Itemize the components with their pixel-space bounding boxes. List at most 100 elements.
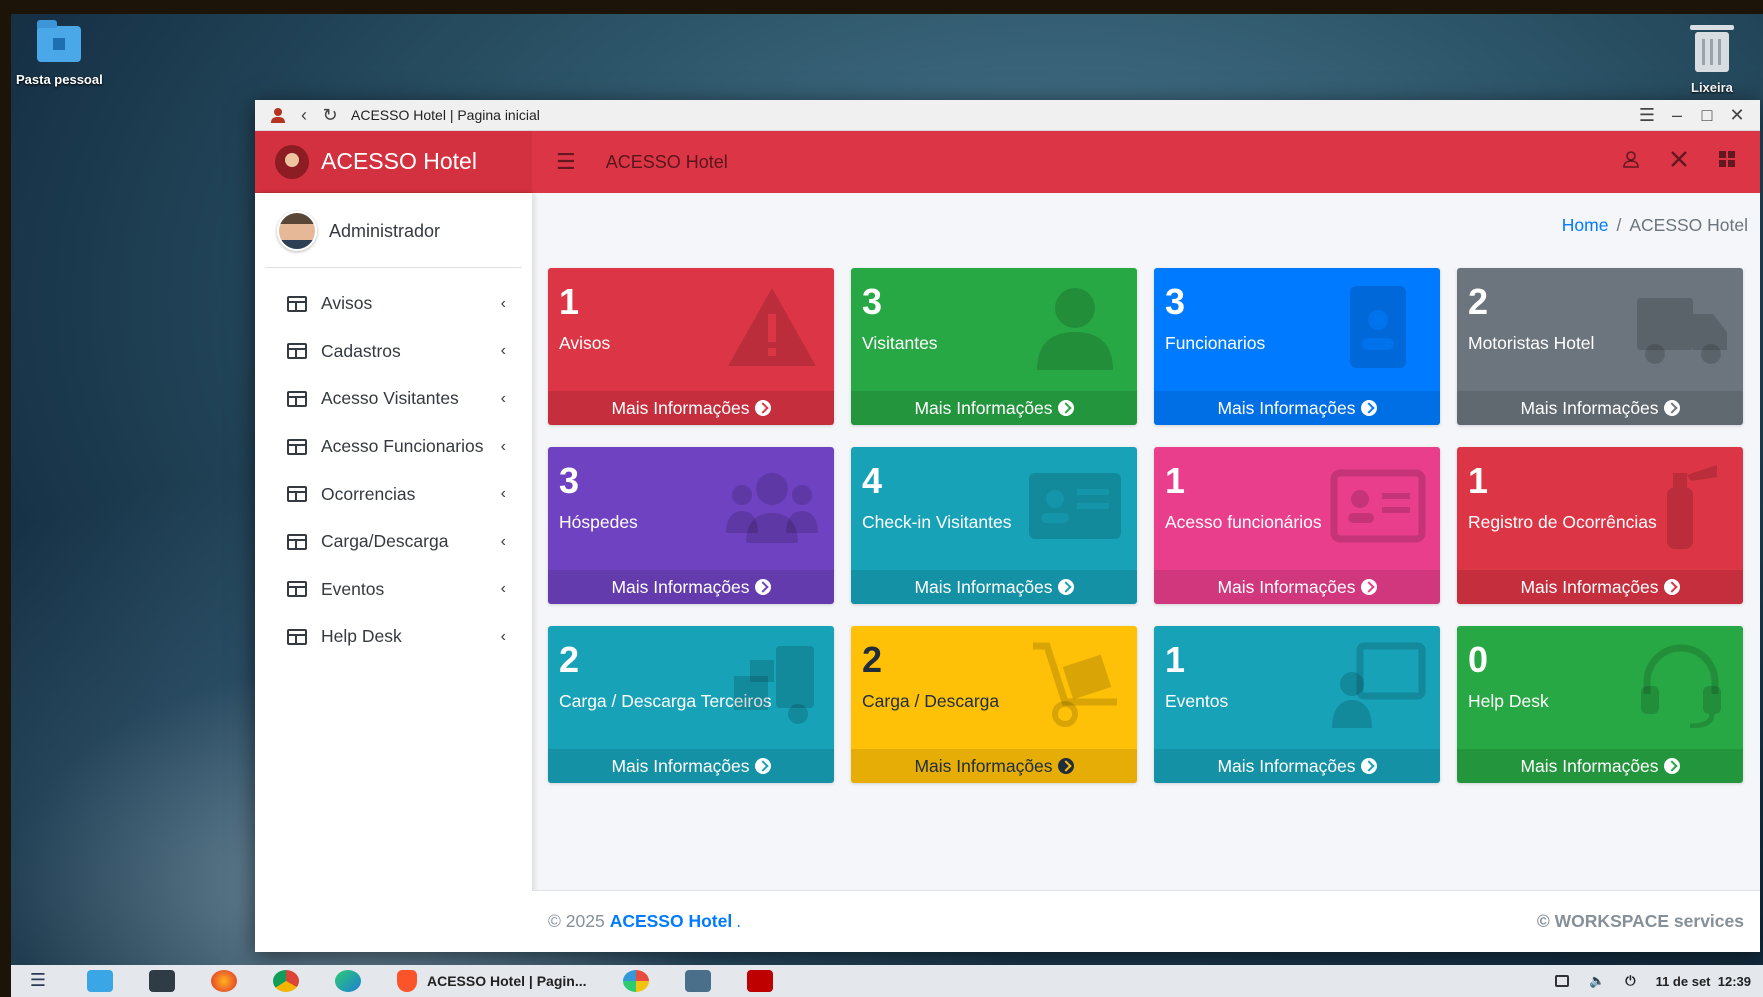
- minimize-icon[interactable]: –: [1664, 102, 1690, 128]
- card-count: 2: [862, 639, 883, 680]
- file-manager-icon[interactable]: [87, 970, 113, 992]
- info-card: 4 Check-in Visitantes Mais Informações: [851, 447, 1137, 604]
- more-info-label: Mais Informações: [1217, 755, 1356, 776]
- sidebar-item-label: Avisos: [321, 293, 373, 314]
- table-icon: [287, 390, 307, 407]
- sidebar-item-avisos[interactable]: Avisos ‹: [255, 280, 532, 328]
- headset-icon: [1633, 642, 1729, 729]
- info-card: 0 Help Desk Mais Informações: [1457, 626, 1743, 783]
- card-count: 1: [559, 281, 580, 322]
- back-icon[interactable]: ‹: [291, 102, 317, 128]
- sidebar-item-label: Acesso Visitantes: [321, 388, 459, 409]
- page-footer: © 2025 ACESSO Hotel . © WORKSPACE servic…: [532, 890, 1760, 952]
- folder-icon: [37, 20, 82, 62]
- clock[interactable]: 11 de set 12:39: [1656, 974, 1751, 989]
- more-info-link[interactable]: Mais Informações: [548, 570, 834, 604]
- info-card: 2 Motoristas Hotel Mais Informações: [1457, 268, 1743, 425]
- presentation-icon: [1330, 642, 1426, 728]
- arrow-circle-right-icon: [1360, 579, 1377, 595]
- chevron-left-icon: ‹: [500, 580, 506, 598]
- sidebar-item-help-desk[interactable]: Help Desk ‹: [255, 613, 532, 661]
- sidebar-item-label: Carga/Descarga: [321, 531, 449, 552]
- sidebar-item-acesso-visitantes[interactable]: Acesso Visitantes ‹: [255, 375, 532, 423]
- archive-icon[interactable]: [684, 970, 711, 992]
- more-info-link[interactable]: Mais Informações: [1154, 391, 1440, 425]
- power-icon[interactable]: ⏻: [1625, 973, 1635, 989]
- table-icon: [287, 486, 307, 503]
- table-icon: [287, 343, 307, 360]
- trash-shortcut[interactable]: Lixeira: [1689, 24, 1734, 95]
- display-icon[interactable]: [1555, 975, 1570, 987]
- more-info-link[interactable]: Mais Informações: [548, 391, 834, 425]
- info-card: 1 Acesso funcionários Mais Informações: [1154, 447, 1440, 604]
- card-count: 4: [862, 460, 883, 501]
- header-title[interactable]: ACESSO Hotel: [606, 152, 728, 173]
- breadcrumb-separator: /: [1616, 215, 1622, 235]
- apps-grid-icon[interactable]: [1718, 150, 1736, 174]
- brand-link[interactable]: ACESSO Hotel: [255, 131, 532, 193]
- edge-icon[interactable]: [335, 970, 361, 992]
- table-icon: [287, 295, 307, 312]
- user-panel[interactable]: Administrador: [265, 207, 522, 268]
- card-count: 3: [862, 281, 883, 322]
- system-tray: 🔈 ⏻ 11 de set 12:39: [1555, 973, 1751, 989]
- sidebar-item-carga-descarga[interactable]: Carga/Descarga ‹: [255, 518, 532, 566]
- sidebar-item-cadastros[interactable]: Cadastros ‹: [255, 328, 532, 376]
- table-icon: [287, 628, 307, 645]
- fullscreen-icon[interactable]: [1670, 150, 1688, 174]
- sidebar-nav: Avisos ‹ Cadastros ‹ Acesso Visitantes ‹…: [255, 280, 532, 661]
- sidebar-toggle-icon[interactable]: ☰: [556, 149, 576, 175]
- system-menu-icon[interactable]: ☰: [25, 970, 51, 992]
- filezilla-icon[interactable]: [746, 970, 773, 992]
- warning-icon: [724, 284, 820, 370]
- chrome-icon[interactable]: [273, 970, 299, 992]
- more-info-link[interactable]: Mais Informações: [1457, 570, 1743, 604]
- taskbar-active-label: ACESSO Hotel | Pagin...: [427, 973, 587, 989]
- chevron-left-icon: ‹: [500, 437, 506, 455]
- footer-credit: © WORKSPACE services: [1536, 911, 1744, 931]
- arrow-circle-right-icon: [1360, 758, 1377, 774]
- volume-icon[interactable]: 🔈: [1589, 973, 1605, 989]
- close-icon[interactable]: ✕: [1724, 102, 1750, 128]
- more-info-link[interactable]: Mais Informações: [548, 749, 834, 783]
- more-info-link[interactable]: Mais Informações: [1154, 749, 1440, 783]
- more-info-link[interactable]: Mais Informações: [1457, 391, 1743, 425]
- home-folder-shortcut[interactable]: Pasta pessoal: [16, 20, 103, 87]
- more-info-label: Mais Informações: [1520, 576, 1659, 597]
- card-label: Funcionarios: [1165, 332, 1266, 353]
- more-info-link[interactable]: Mais Informações: [1457, 749, 1743, 783]
- table-icon: [287, 438, 307, 455]
- footer-dot: .: [736, 911, 742, 931]
- breadcrumb-home-link[interactable]: Home: [1562, 215, 1609, 235]
- user-icon[interactable]: [1622, 150, 1640, 174]
- more-info-link[interactable]: Mais Informações: [851, 749, 1137, 783]
- more-info-label: Mais Informações: [611, 576, 750, 597]
- user-name: Administrador: [329, 220, 441, 241]
- more-info-link[interactable]: Mais Informações: [1154, 570, 1440, 604]
- more-info-link[interactable]: Mais Informações: [851, 391, 1137, 425]
- clock-date: 11 de set: [1655, 973, 1711, 989]
- more-info-label: Mais Informações: [1217, 397, 1356, 418]
- card-label: Carga / Descarga: [862, 690, 1000, 711]
- brand-logo-icon: [275, 144, 309, 179]
- more-info-link[interactable]: Mais Informações: [851, 570, 1137, 604]
- card-body: 0 Help Desk: [1468, 640, 1549, 712]
- card-body: 1 Acesso funcionários: [1165, 461, 1322, 533]
- taskbar-active-window[interactable]: ACESSO Hotel | Pagin...: [397, 970, 587, 992]
- terminal-icon[interactable]: [149, 970, 175, 992]
- firefox-icon[interactable]: [211, 970, 237, 992]
- card-label: Hóspedes: [559, 511, 638, 532]
- sidebar-item-eventos[interactable]: Eventos ‹: [255, 566, 532, 614]
- browser-window: ‹ ↻ ACESSO Hotel | Pagina inicial ☰ – □ …: [255, 100, 1760, 952]
- main-content: Home / ACESSO Hotel 1 Avisos Mais Informaç…: [532, 193, 1760, 952]
- menu-icon[interactable]: ☰: [1634, 102, 1660, 128]
- footer-brand-link[interactable]: ACESSO Hotel: [610, 911, 733, 932]
- arrow-circle-right-icon: [754, 579, 771, 595]
- profile-icon[interactable]: [265, 102, 291, 128]
- info-card: 3 Funcionarios Mais Informações: [1154, 268, 1440, 425]
- reload-icon[interactable]: ↻: [317, 102, 343, 128]
- sidebar-item-acesso-funcionarios[interactable]: Acesso Funcionarios ‹: [255, 423, 532, 471]
- maximize-icon[interactable]: □: [1694, 102, 1720, 128]
- photos-icon[interactable]: [622, 970, 649, 992]
- sidebar-item-ocorrencias[interactable]: Ocorrencias ‹: [255, 470, 532, 518]
